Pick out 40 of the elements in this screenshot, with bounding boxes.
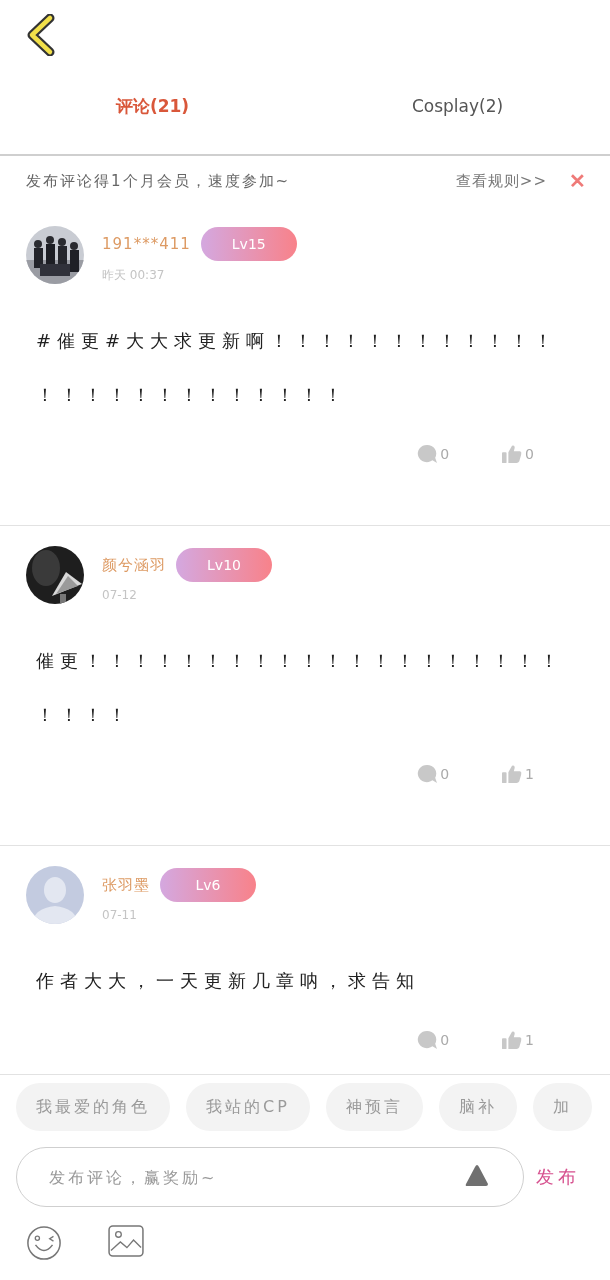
comment-text: 作者大大，一天更新几章呐，求告知 bbox=[36, 969, 421, 993]
triangle-icon[interactable] bbox=[464, 1163, 490, 1187]
topic-chip[interactable]: 我站的CP bbox=[186, 1083, 310, 1131]
comment-text: #催更#大大求更新啊！！！！！！！！！！！！！！！！！！！！！！！！！ bbox=[36, 329, 560, 407]
topic-chip[interactable]: 神预言 bbox=[325, 1083, 423, 1131]
reply-count: 0 bbox=[440, 1032, 450, 1048]
close-button[interactable]: ✕ bbox=[569, 169, 586, 193]
level-badge: Lv15 bbox=[200, 226, 297, 261]
emoji-icon[interactable] bbox=[26, 1225, 62, 1261]
topic-chip[interactable]: 加 bbox=[532, 1083, 592, 1131]
tab[interactable]: 评论(21) bbox=[0, 70, 305, 154]
back-icon[interactable] bbox=[26, 14, 56, 56]
publish-button[interactable]: 发布 bbox=[536, 1165, 580, 1189]
thumbs-up-icon[interactable] bbox=[501, 764, 524, 784]
like-count: 1 bbox=[525, 1032, 534, 1048]
level-badge: Lv10 bbox=[176, 548, 272, 582]
reply-count: 0 bbox=[440, 446, 450, 462]
comment-text: 催更！！！！！！！！！！！！！！！！！！！！！！！！ bbox=[36, 649, 565, 727]
username[interactable]: 张羽墨 bbox=[102, 875, 150, 895]
promo-text: 发布评论得1个月会员，速度参加~ bbox=[26, 171, 292, 191]
comment-time: 07-11 bbox=[102, 908, 138, 922]
comment-icon[interactable] bbox=[416, 1030, 439, 1050]
comment-input[interactable]: 发布评论，赢奖励~ bbox=[16, 1147, 524, 1207]
topic-chip[interactable]: 我最爱的角色 bbox=[16, 1083, 170, 1131]
image-icon[interactable] bbox=[108, 1225, 144, 1257]
comment-icon[interactable] bbox=[416, 444, 439, 464]
topic-chip[interactable]: 脑补 bbox=[438, 1083, 517, 1131]
level-badge: Lv6 bbox=[160, 868, 256, 902]
like-count: 1 bbox=[525, 766, 534, 782]
comment-time: 07-12 bbox=[102, 588, 138, 602]
tab[interactable]: Cosplay(2) bbox=[305, 70, 610, 154]
thumbs-up-icon[interactable] bbox=[501, 1030, 524, 1050]
comment-icon[interactable] bbox=[416, 764, 439, 784]
username[interactable]: 颜兮涵羽 bbox=[102, 555, 166, 575]
like-count: 0 bbox=[525, 446, 534, 462]
username[interactable]: 191***411 bbox=[102, 234, 191, 253]
rules-link[interactable]: 查看规则>> bbox=[455, 171, 547, 191]
reply-count: 0 bbox=[440, 766, 450, 782]
thumbs-up-icon[interactable] bbox=[501, 444, 524, 464]
comment-time: 昨天 00:37 bbox=[102, 266, 166, 284]
